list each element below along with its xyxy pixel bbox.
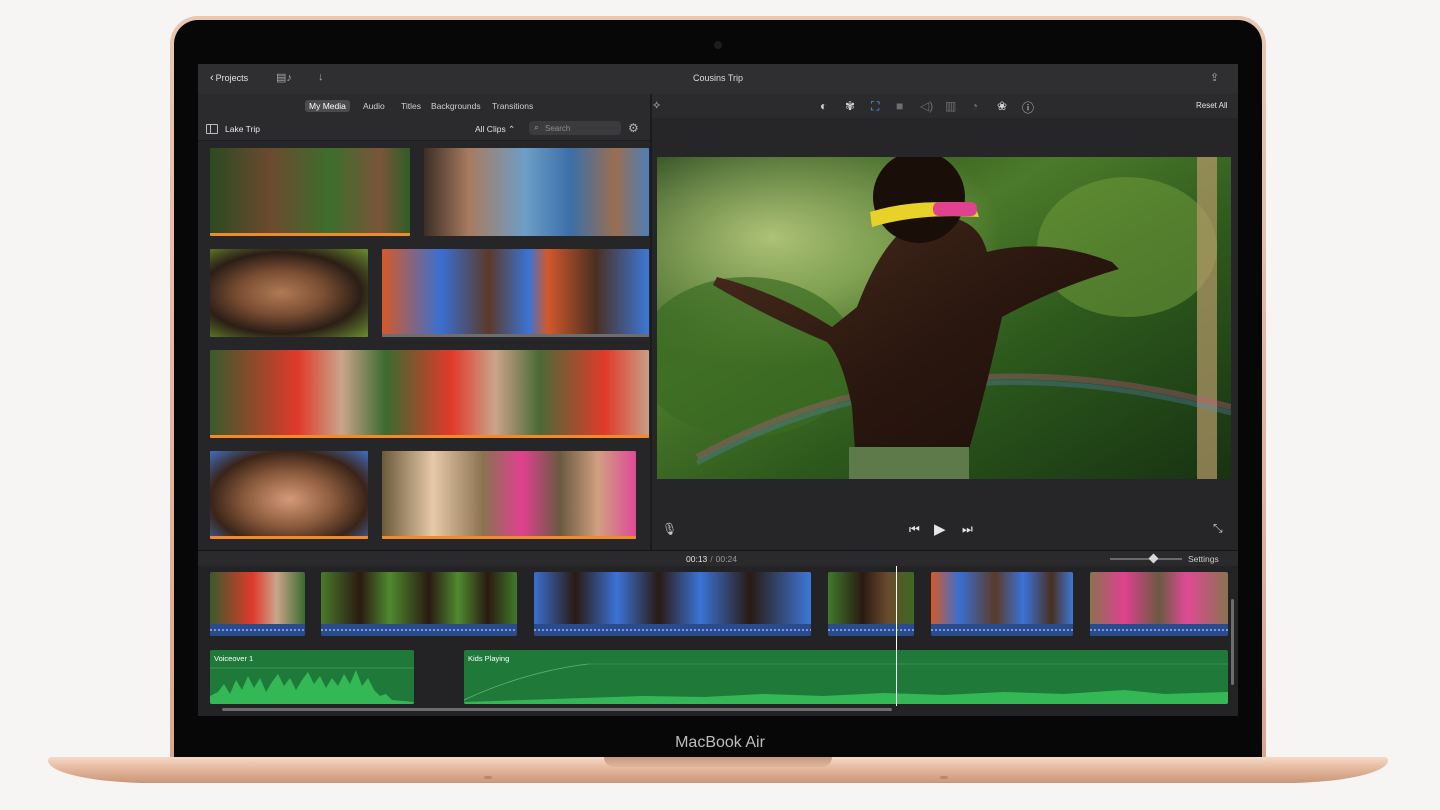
timeline-horizontal-scrollbar[interactable] — [222, 708, 892, 711]
timeline-clip[interactable] — [1090, 572, 1228, 636]
volume-icon[interactable]: ◁) — [920, 99, 933, 113]
voiceover-waveform — [210, 667, 414, 704]
timeline-clip[interactable] — [828, 572, 914, 636]
clip-filmstrip — [321, 572, 517, 624]
crop-icon[interactable]: ⛶ — [871, 99, 879, 114]
camera-icon — [714, 41, 722, 49]
duration: 00:24 — [715, 554, 737, 564]
project-title: Cousins Trip — [692, 73, 744, 83]
clip-filmstrip — [534, 572, 811, 624]
laptop-foot — [484, 776, 492, 779]
fullscreen-icon[interactable]: ⤡ — [1213, 521, 1223, 536]
used-clip-marker — [382, 334, 649, 337]
skip-back-icon[interactable]: ⏮ — [909, 522, 920, 537]
music-waveform — [464, 663, 1228, 704]
voiceover-audio-clip[interactable]: Voiceover 1 — [210, 650, 414, 704]
current-time: 00:13 — [686, 554, 708, 564]
media-clip[interactable] — [210, 249, 368, 337]
clip-filmstrip — [1090, 572, 1228, 624]
media-clip[interactable] — [424, 148, 649, 236]
library-header: Lake Trip All Clips ⌃ ⌕ ⚙ — [198, 116, 650, 141]
viewer-preview — [657, 157, 1231, 479]
timeline-settings-button[interactable]: Settings — [1188, 554, 1219, 564]
reset-all-button[interactable]: Reset All — [1196, 101, 1228, 110]
color-palette-icon[interactable]: ✾ — [845, 99, 855, 113]
timeline-clip[interactable] — [210, 572, 305, 636]
equalizer-icon[interactable]: ▥ — [945, 99, 956, 113]
clip-audio-waveform — [828, 624, 914, 636]
tab-titles[interactable]: Titles — [397, 100, 425, 112]
used-clip-marker — [210, 536, 368, 539]
clip-filmstrip — [931, 572, 1073, 624]
browser-tabs: My Media Audio Titles Backgrounds Transi… — [198, 94, 650, 116]
pane-divider[interactable] — [650, 94, 652, 550]
timeline-clip[interactable] — [321, 572, 517, 636]
clip-filmstrip — [828, 572, 914, 624]
skip-forward-icon[interactable]: ⏭ — [962, 522, 973, 537]
music-audio-clip[interactable]: Kids Playing — [464, 650, 1228, 704]
clip-audio-waveform — [1090, 624, 1228, 636]
timeline-zoom-knob[interactable] — [1148, 553, 1159, 564]
lid-opening-notch — [604, 757, 832, 767]
timecode-separator: / — [710, 554, 713, 564]
clip-audio-waveform — [321, 624, 517, 636]
preview-image — [657, 157, 1231, 479]
device-brand-label: MacBook Air — [675, 734, 765, 751]
timeline: Voiceover 1 Kids Playing — [198, 566, 1238, 716]
tab-audio[interactable]: Audio — [359, 100, 389, 112]
adjustments-bar: ✧ ◐ ✾ ⛶ ■ ◁) ▥ ◔ ❀ ⓘ Reset All — [652, 94, 1238, 118]
search-box[interactable]: ⌕ — [529, 121, 621, 135]
action-menu-icon[interactable]: ⚙ — [628, 121, 639, 135]
clip-audio-waveform — [534, 624, 811, 636]
tab-backgrounds[interactable]: Backgrounds — [427, 100, 485, 112]
tab-transitions[interactable]: Transitions — [488, 100, 537, 112]
media-clip[interactable] — [382, 249, 649, 337]
laptop-foot — [940, 776, 948, 779]
imovie-window: ‹ Projects ▤♪ ↓ Cousins Trip ⇪ My Media A… — [198, 64, 1238, 716]
noise-reduction-icon[interactable]: ❀ — [997, 99, 1007, 113]
timeline-clip[interactable] — [931, 572, 1073, 636]
search-input[interactable] — [545, 123, 615, 133]
media-browser-grid — [198, 141, 650, 549]
media-clip[interactable] — [382, 451, 636, 539]
timeline-clip[interactable] — [534, 572, 811, 636]
play-icon[interactable]: ▶ — [934, 520, 946, 538]
sidebar-toggle-icon[interactable] — [206, 124, 218, 134]
library-name: Lake Trip — [225, 124, 260, 134]
title-bar: ‹ Projects ▤♪ ↓ Cousins Trip ⇪ — [198, 64, 1238, 95]
tab-my-media[interactable]: My Media — [305, 100, 350, 112]
timecode: 00:13/00:24 — [686, 554, 737, 564]
clip-filter-select[interactable]: All Clips ⌃ — [475, 124, 515, 135]
timeline-zoom-slider[interactable] — [1110, 558, 1182, 560]
media-clip[interactable] — [210, 148, 410, 236]
clip-audio-waveform — [931, 624, 1073, 636]
used-clip-marker — [210, 435, 649, 438]
color-balance-icon[interactable]: ◐ — [820, 99, 827, 113]
used-clip-marker — [210, 233, 410, 236]
info-icon[interactable]: ⓘ — [1022, 99, 1034, 116]
magic-wand-icon[interactable]: ✧ — [652, 99, 661, 112]
clip-audio-waveform — [210, 624, 305, 636]
clip-filmstrip — [210, 572, 305, 624]
share-icon[interactable]: ⇪ — [1210, 71, 1219, 84]
media-clip[interactable] — [210, 451, 368, 539]
media-clip[interactable] — [210, 350, 649, 438]
stabilization-icon[interactable]: ■ — [896, 99, 903, 113]
timeline-vertical-scrollbar[interactable] — [1231, 599, 1234, 685]
playhead[interactable] — [896, 566, 897, 706]
used-clip-marker — [382, 536, 636, 539]
timeline-header: 00:13/00:24 Settings — [198, 550, 1238, 567]
speed-icon[interactable]: ◔ — [971, 99, 978, 113]
playback-controls: 🎙 ⏮ ▶ ⏭ ⤡ — [652, 514, 1238, 550]
search-icon: ⌕ — [534, 122, 540, 132]
voiceover-mic-icon[interactable]: 🎙 — [662, 522, 677, 536]
